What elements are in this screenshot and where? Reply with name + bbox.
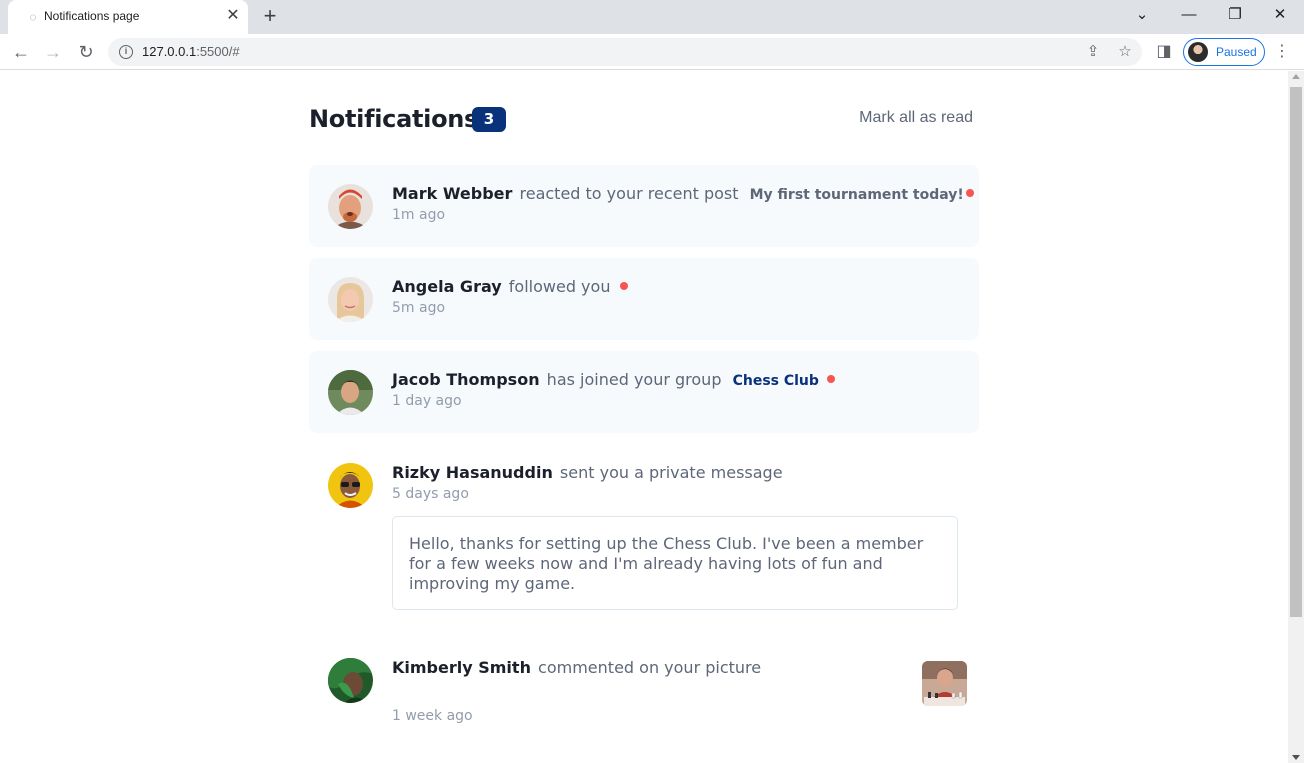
avatar[interactable] [328,463,373,508]
notification-action: commented on your picture [538,658,762,677]
scroll-up-arrow-icon[interactable] [1292,74,1300,79]
notification-text: Kimberly Smith commented on your picture [392,658,761,677]
kebab-menu-icon[interactable]: ⋮ [1272,40,1292,64]
notification-action: followed you [508,277,611,296]
notification-user-name[interactable]: Rizky Hasanuddin [392,463,553,482]
star-icon[interactable]: ☆ [1115,42,1135,62]
profile-status: Paused [1216,45,1257,59]
info-icon[interactable]: i [119,45,133,59]
avatar[interactable] [328,184,373,229]
restore-icon[interactable]: ❐ [1222,4,1248,26]
profile-button[interactable]: Paused [1183,38,1265,66]
unread-count-badge: 3 [472,107,506,132]
scrollbar-thumb[interactable] [1290,87,1302,617]
notification-action: has joined your group [546,370,722,389]
avatar-image [328,370,373,415]
unread-dot [620,282,629,290]
back-icon[interactable]: ← [9,40,33,64]
avatar-image [328,658,373,703]
notification-user-name[interactable]: Jacob Thompson [392,370,540,389]
notification-target-post[interactable]: My first tournament today! [750,187,964,203]
notification-target-group[interactable]: Chess Club [733,373,819,389]
notification-action: sent you a private message [559,463,783,482]
favicon-icon: ◌ [29,10,37,24]
avatar [1188,42,1208,62]
notification-time: 1 week ago [392,708,473,724]
chevron-down-icon[interactable]: ⌄ [1129,4,1155,26]
avatar-image [328,463,373,508]
notification-text: Rizky Hasanuddin sent you a private mess… [392,463,783,482]
unread-dot [826,375,835,383]
browser-tab[interactable]: ◌ Notifications page ✕ [8,0,248,34]
notification-item[interactable]: Jacob Thompson has joined your group Che… [309,351,979,433]
notification-time: 1m ago [392,207,446,223]
private-message-box[interactable]: Hello, thanks for setting up the Chess C… [392,516,958,610]
notification-text: Mark Webber reacted to your recent post … [392,184,974,203]
chess-picture-image [922,661,967,706]
avatar-image [328,277,373,322]
url-host: 127.0.0.1 [142,44,197,59]
notification-action: reacted to your recent post [519,184,739,203]
notification-item[interactable]: Mark Webber reacted to your recent post … [309,165,979,247]
avatar-image [328,184,373,229]
notification-item[interactable]: Angela Gray followed you 5m ago [309,258,979,340]
browser-toolbar: ← → ↻ i 127.0.0.1:5500/# ⇪ ☆ ◨ Paused ⋮ [0,34,1304,70]
avatar[interactable] [328,658,373,703]
scroll-down-arrow-icon[interactable] [1292,755,1300,760]
page-viewport[interactable]: Notifications 3 Mark all as read Mark We… [0,71,1288,763]
notification-item[interactable]: Kimberly Smith commented on your picture [309,639,979,739]
notification-time: 5m ago [392,300,446,316]
window-close-icon[interactable]: ✕ [1267,4,1293,26]
notification-text: Jacob Thompson has joined your group Che… [392,370,835,389]
url-text[interactable]: 127.0.0.1:5500/# [142,44,240,59]
reload-icon[interactable]: ↻ [74,40,98,64]
notification-user-name[interactable]: Kimberly Smith [392,658,531,677]
notifications-header: Notifications 3 Mark all as read [309,105,979,135]
plus-icon[interactable]: + [258,5,282,29]
tab-title: Notifications page [44,9,140,23]
notification-text: Angela Gray followed you [392,277,629,296]
commented-picture-thumbnail[interactable] [922,661,967,706]
notification-time: 5 days ago [392,486,469,502]
notification-item[interactable]: Rizky Hasanuddin sent you a private mess… [309,444,979,622]
forward-icon[interactable]: → [41,40,65,64]
avatar[interactable] [328,370,373,415]
mark-all-read-button[interactable]: Mark all as read [859,109,973,127]
share-icon[interactable]: ⇪ [1083,42,1103,62]
notification-user-name[interactable]: Mark Webber [392,184,512,203]
close-icon[interactable]: ✕ [224,7,242,25]
notification-user-name[interactable]: Angela Gray [392,277,502,296]
unread-dot [965,189,974,197]
avatar[interactable] [328,277,373,322]
address-bar[interactable]: i 127.0.0.1:5500/# ⇪ ☆ [108,38,1142,66]
minimize-icon[interactable]: — [1176,4,1202,26]
url-rest: :5500/# [196,44,240,59]
tab-strip: ◌ Notifications page ✕ + ⌄ — ❐ ✕ [0,0,1304,34]
sidepanel-icon[interactable]: ◨ [1152,40,1176,64]
notification-time: 1 day ago [392,393,462,409]
page-scrollbar[interactable] [1288,71,1304,763]
page-title: Notifications [309,105,479,133]
